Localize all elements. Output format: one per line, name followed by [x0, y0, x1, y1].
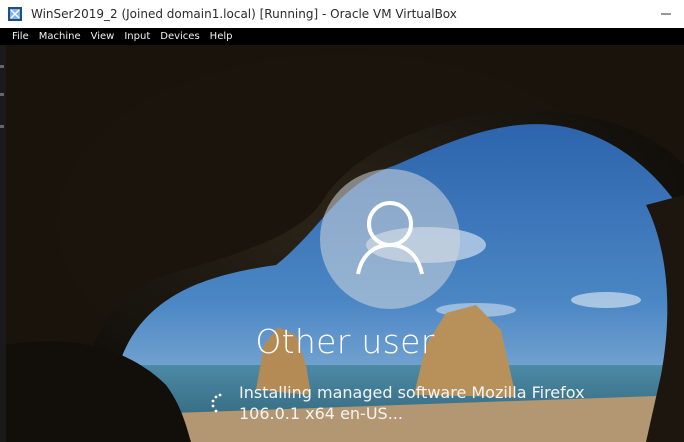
window-title-bar[interactable]: WinSer2019_2 (Joined domain1.local) [Run…: [0, 0, 684, 28]
window-controls: [648, 0, 684, 28]
menu-help[interactable]: Help: [205, 28, 238, 45]
window-title: WinSer2019_2 (Joined domain1.local) [Run…: [31, 7, 457, 21]
user-avatar: [320, 169, 460, 309]
status-message: Installing managed software Mozilla Fire…: [239, 382, 679, 424]
virtualbox-icon: [7, 6, 23, 22]
loading-spinner-icon: [211, 393, 222, 413]
username-label: Other user: [255, 322, 435, 361]
menu-view[interactable]: View: [86, 28, 120, 45]
minimize-icon[interactable]: [648, 0, 684, 28]
menu-machine[interactable]: Machine: [34, 28, 86, 45]
vm-display[interactable]: Other user Installing managed software M…: [6, 45, 684, 442]
menu-input[interactable]: Input: [119, 28, 155, 45]
status-line-1: Installing managed software Mozilla Fire…: [239, 383, 585, 402]
status-line-2: 106.0.1 x64 en-US...: [239, 404, 403, 423]
menu-file[interactable]: File: [0, 28, 34, 45]
user-icon: [356, 201, 424, 275]
menu-bar: File Machine View Input Devices Help: [0, 28, 684, 45]
menu-devices[interactable]: Devices: [155, 28, 204, 45]
